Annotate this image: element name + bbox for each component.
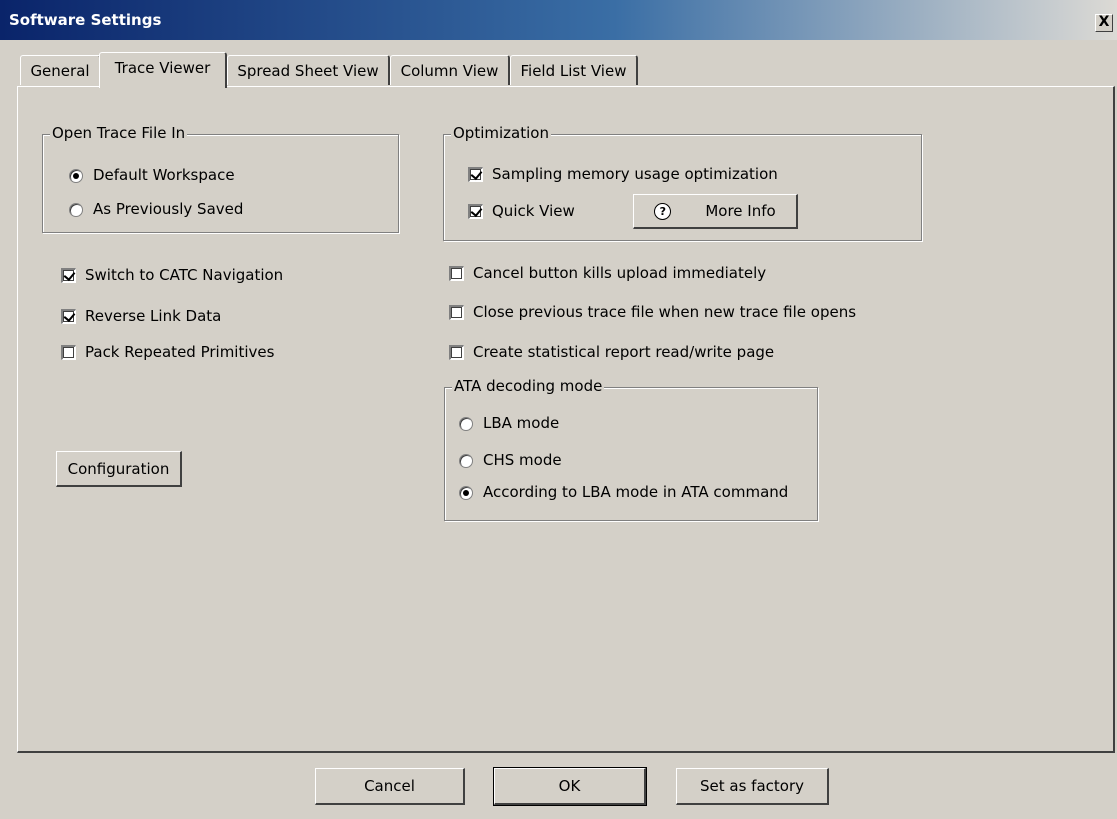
radio-button[interactable] [459,453,473,468]
checkbox-switch-catc-navigation[interactable]: Switch to CATC Navigation [61,266,283,284]
tab-field-list-view-label: Field List View [520,62,627,80]
checkbox[interactable] [468,204,483,219]
radio-lba-mode[interactable]: LBA mode [459,414,559,432]
radio-lba-mode-label: LBA mode [483,414,560,432]
tab-general-label: General [30,62,90,80]
radio-chs-mode-label: CHS mode [483,451,562,469]
ata-decoding-group-label: ATA decoding mode [452,377,605,395]
checkbox-close-previous-trace[interactable]: Close previous trace file when new trace… [449,303,856,321]
help-icon: ? [654,203,672,220]
checkbox-sampling-memory[interactable]: Sampling memory usage optimization [468,165,778,183]
set-as-factory-button-label: Set as factory [700,777,804,795]
tab-column-view[interactable]: Column View [390,55,510,85]
checkbox-pack-repeated-primitives[interactable]: Pack Repeated Primitives [61,343,274,361]
radio-button[interactable] [69,168,83,183]
radio-button[interactable] [459,485,473,500]
checkbox-quick-view-label: Quick View [492,202,575,220]
checkbox-switch-catc-navigation-label: Switch to CATC Navigation [85,266,284,284]
checkbox[interactable] [61,309,76,324]
radio-default-workspace[interactable]: Default Workspace [69,166,235,184]
configuration-button[interactable]: Configuration [56,451,182,487]
close-icon: X [1098,14,1110,30]
title-bar: Software Settings X [0,0,1117,40]
close-button[interactable]: X [1095,14,1113,32]
radio-as-previously-saved-label: As Previously Saved [93,200,244,218]
radio-as-previously-saved[interactable]: As Previously Saved [69,200,243,218]
radio-button[interactable] [459,416,473,431]
ok-button-label: OK [558,777,581,795]
tab-spread-sheet-view[interactable]: Spread Sheet View [227,55,390,85]
tab-field-list-view[interactable]: Field List View [510,55,638,85]
tab-column-view-label: Column View [400,62,499,80]
cancel-button[interactable]: Cancel [315,768,465,805]
checkbox-cancel-kills-upload[interactable]: Cancel button kills upload immediately [449,264,766,282]
open-trace-group-label: Open Trace File In [50,124,188,142]
checkbox-reverse-link-data-label: Reverse Link Data [85,307,222,325]
more-info-button[interactable]: ? More Info [633,194,798,229]
tab-general[interactable]: General [20,55,101,85]
checkbox-cancel-kills-upload-label: Cancel button kills upload immediately [473,264,767,282]
radio-default-workspace-label: Default Workspace [93,166,235,184]
checkbox[interactable] [61,268,76,283]
set-as-factory-button[interactable]: Set as factory [676,768,829,805]
checkbox[interactable] [449,266,464,281]
tab-spread-sheet-view-label: Spread Sheet View [237,62,379,80]
checkbox-close-previous-trace-label: Close previous trace file when new trace… [473,303,857,321]
trace-viewer-panel: Open Trace File In Default Workspace As … [17,86,1115,753]
radio-chs-mode[interactable]: CHS mode [459,451,562,469]
checkbox[interactable] [449,345,464,360]
window-title: Software Settings [9,11,162,29]
radio-according-lba-mode[interactable]: According to LBA mode in ATA command [459,483,788,501]
tab-trace-viewer[interactable]: Trace Viewer [99,52,227,88]
checkbox-pack-repeated-primitives-label: Pack Repeated Primitives [85,343,275,361]
checkbox[interactable] [61,345,76,360]
checkbox-sampling-memory-label: Sampling memory usage optimization [492,165,778,183]
checkbox[interactable] [449,305,464,320]
checkbox-statistical-report-label: Create statistical report read/write pag… [473,343,775,361]
ok-button[interactable]: OK [493,767,647,806]
checkbox-quick-view[interactable]: Quick View [468,202,575,220]
more-info-label: More Info [705,202,776,220]
optimization-group-label: Optimization [451,124,551,142]
configuration-button-label: Configuration [67,460,170,478]
cancel-button-label: Cancel [364,777,415,795]
checkbox-statistical-report[interactable]: Create statistical report read/write pag… [449,343,774,361]
radio-according-lba-mode-label: According to LBA mode in ATA command [483,483,789,501]
checkbox-reverse-link-data[interactable]: Reverse Link Data [61,307,221,325]
radio-button[interactable] [69,202,83,217]
tab-trace-viewer-label: Trace Viewer [114,59,211,77]
checkbox[interactable] [468,167,483,182]
